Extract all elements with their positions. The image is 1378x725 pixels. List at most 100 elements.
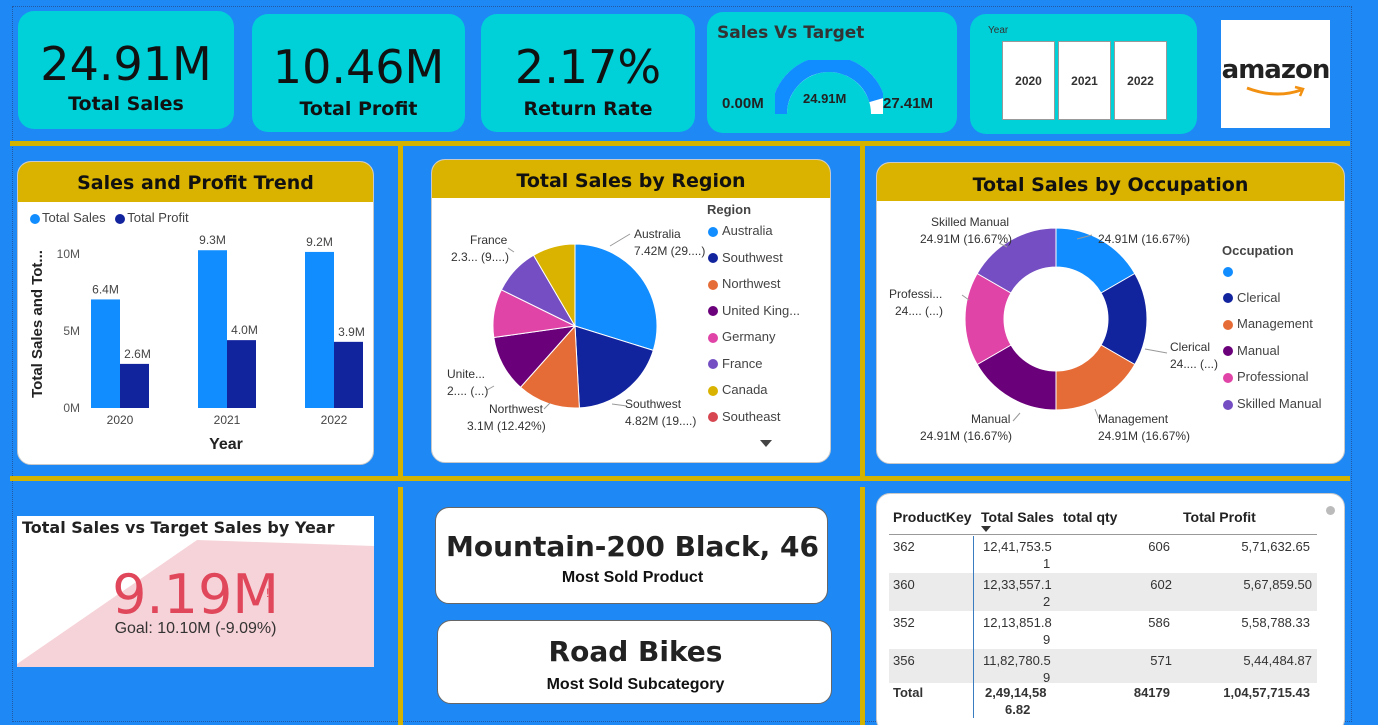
trend-ytick-5m: 5M xyxy=(63,324,80,338)
trend-bar[interactable] xyxy=(334,341,363,408)
legend-dot xyxy=(1223,293,1233,304)
region-legend-item[interactable]: Northwest xyxy=(708,276,800,303)
region-legend-item[interactable]: Southwest xyxy=(708,250,800,277)
table-row[interactable]: 352 12,13,851.8 9 586 5,58,788.33 xyxy=(877,611,1344,649)
trend-bar[interactable] xyxy=(91,299,120,408)
trend-xtick: 2020 xyxy=(107,413,134,427)
label-clerical-value: 24.... (...) xyxy=(1170,357,1219,371)
table-header-total-profit[interactable]: Total Profit xyxy=(1183,509,1256,525)
legend-label: Southwest xyxy=(722,249,783,265)
label-australia-name: Australia xyxy=(634,227,681,241)
divider-v1-bottom xyxy=(398,487,403,725)
table-header-total-sales[interactable]: Total Sales xyxy=(981,509,1054,525)
target-card-title: Total Sales vs Target Sales by Year xyxy=(22,518,335,537)
occupation-legend-item[interactable]: Management xyxy=(1223,316,1322,343)
trend-bar[interactable] xyxy=(120,363,149,408)
legend-label: United King... xyxy=(722,302,801,318)
table-row[interactable]: 362 12,41,753.5 1 606 5,71,632.65 xyxy=(877,535,1344,573)
occupation-legend-item[interactable]: Clerical xyxy=(1223,290,1322,317)
region-legend-item[interactable]: United King... xyxy=(708,303,800,330)
divider-v1-top xyxy=(398,146,403,476)
table-row[interactable]: 360 12,33,557.1 2 602 5,67,859.50 xyxy=(889,573,1317,611)
cell-total-qty: 571 xyxy=(1150,653,1172,668)
region-legend-item[interactable]: France xyxy=(708,356,800,383)
region-legend-item[interactable]: Australia xyxy=(708,223,800,250)
occupation-legend-item[interactable] xyxy=(1223,263,1322,290)
leader-line xyxy=(609,233,631,247)
occupation-legend-title: Occupation xyxy=(1222,243,1294,258)
cell-total-qty: 606 xyxy=(1148,539,1170,554)
trend-bar-label: 2.6M xyxy=(124,347,151,361)
trend-bar[interactable] xyxy=(227,340,256,408)
legend-label: France xyxy=(722,355,763,371)
total-sales-wrap: 6.82 xyxy=(1005,702,1031,717)
most-sold-product-value: Mountain-200 Black, 46 xyxy=(446,530,819,563)
legend-dot xyxy=(1223,319,1233,330)
region-legend-item[interactable]: Southeast xyxy=(708,409,800,436)
legend-scroll-down-icon[interactable] xyxy=(760,440,772,448)
occupation-legend-item[interactable]: Skilled Manual xyxy=(1223,396,1322,423)
legend-dot xyxy=(708,306,718,317)
trend-bar[interactable] xyxy=(305,251,334,408)
legend-dot xyxy=(1223,346,1233,357)
cell-total-sales-wrap: 2 xyxy=(1043,594,1051,609)
table-header-productkey[interactable]: ProductKey xyxy=(893,509,972,525)
legend-dot xyxy=(708,226,718,237)
trend-bar-label: 9.2M xyxy=(306,235,333,249)
trend-ytick-0m: 0M xyxy=(63,401,80,415)
legend-dot xyxy=(1223,266,1233,277)
cell-total-qty: 586 xyxy=(1148,615,1170,630)
label-skilled-name: Skilled Manual xyxy=(931,215,1010,229)
trend-bar[interactable] xyxy=(198,250,227,408)
label-france-name: France xyxy=(470,233,508,247)
column-resize-line[interactable] xyxy=(973,536,974,718)
label-australia-value: 7.42M (29....) xyxy=(634,244,706,258)
table-row[interactable]: 356 11,82,780.5 9 571 5,44,484.87 xyxy=(889,649,1317,683)
divider-top xyxy=(10,141,1350,146)
most-sold-subcategory-value: Road Bikes xyxy=(548,635,723,668)
legend-dot xyxy=(708,385,718,396)
label-southwest-name: Southwest xyxy=(625,397,682,411)
legend-label: Canada xyxy=(722,382,768,397)
trend-bar-label: 3.9M xyxy=(338,325,365,339)
label-france-value: 2.3... (9....) xyxy=(451,250,510,264)
region-legend: Australia Southwest Northwest United King..… xyxy=(708,223,800,435)
cell-total-sales-wrap: 9 xyxy=(1043,632,1051,647)
sort-descending-icon[interactable] xyxy=(981,526,991,532)
occupation-legend-item[interactable]: Professional xyxy=(1223,369,1322,396)
table-header-total-qty[interactable]: total qty xyxy=(1063,509,1117,525)
occupation-legend: Clerical Management Manual Professional Skil… xyxy=(1223,263,1322,423)
total-label: Total xyxy=(893,685,924,700)
trend-xtick: 2021 xyxy=(214,413,241,427)
target-card-goal: Goal: 10.10M (-9.09%) xyxy=(114,620,277,637)
most-sold-subcategory-card: Road Bikes Most Sold Subcategory xyxy=(437,620,832,704)
label-professional-value: 24.... (...) xyxy=(895,304,944,318)
total-qty: 84179 xyxy=(1133,685,1170,700)
table-total-row: Total 2,49,14,58 6.82 84179 1,04,57,715.… xyxy=(877,683,1344,723)
label-skilled-value: 24.91M (16.67%) xyxy=(920,232,1013,246)
table-scrollbar-thumb[interactable] xyxy=(1326,506,1335,515)
legend-dot xyxy=(708,253,718,264)
legend-label: Germany xyxy=(722,329,776,344)
label-united-name: Unite... xyxy=(447,367,486,381)
occupation-legend-item[interactable]: Manual xyxy=(1223,343,1322,370)
cell-total-sales-wrap: 1 xyxy=(1043,556,1051,571)
trend-xlabel: Year xyxy=(209,436,243,453)
label-united-value: 2.... (...) xyxy=(447,384,489,398)
region-legend-item[interactable]: Germany xyxy=(708,329,800,356)
region-legend-item[interactable]: Canada xyxy=(708,382,800,409)
cell-total-sales: 12,13,851.8 xyxy=(983,615,1052,630)
legend-dot xyxy=(708,359,718,370)
cell-productkey: 362 xyxy=(893,539,915,554)
cell-total-profit: 5,67,859.50 xyxy=(1243,577,1312,592)
sales-vs-target-card: Total Sales vs Target Sales by Year 9.19… xyxy=(17,516,374,667)
label-management-value: 24.91M (16.67%) xyxy=(1098,429,1191,443)
region-legend-title: Region xyxy=(707,202,752,217)
legend-dot xyxy=(708,332,718,343)
trend-bar-label: 6.4M xyxy=(92,282,119,296)
label-northwest-value: 3.1M (12.42%) xyxy=(467,419,546,433)
trend-bar-label: 4.0M xyxy=(231,323,258,337)
trend-ylabel: Total Sales and Tot... xyxy=(29,250,46,398)
sales-by-occupation-card: Total Sales by Occupation Occupation Cle… xyxy=(876,162,1345,464)
most-sold-subcategory-label: Most Sold Subcategory xyxy=(546,676,725,693)
